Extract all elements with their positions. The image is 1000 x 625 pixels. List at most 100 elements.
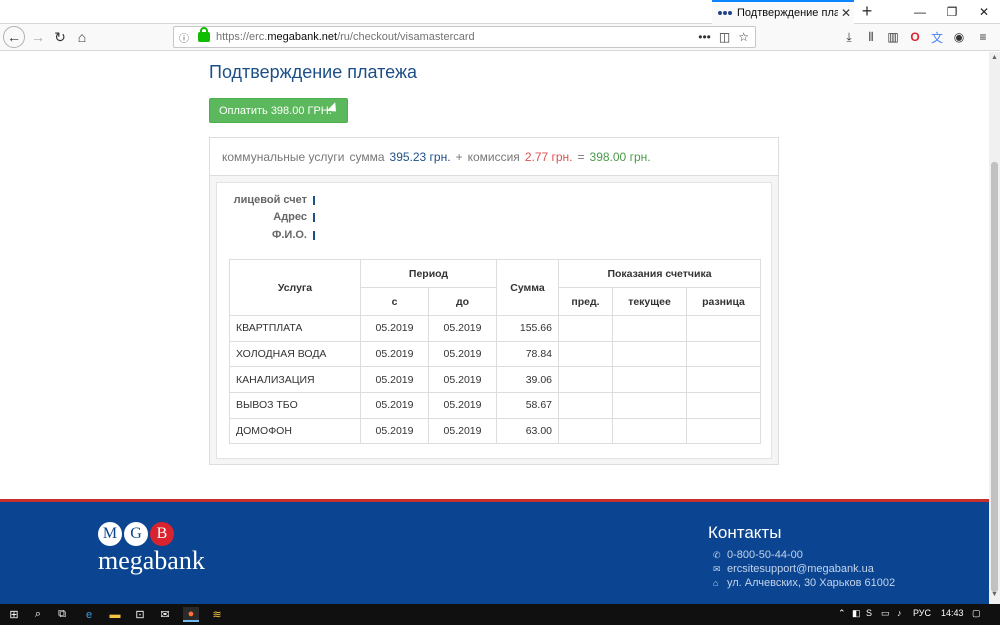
tab-active[interactable]: Подтверждение платежа | ✕ <box>712 0 854 24</box>
sidebar-icon[interactable]: ▥ <box>885 29 901 45</box>
cell-from: 05.2019 <box>360 340 429 368</box>
cell-to: 05.2019 <box>428 315 497 342</box>
account-icon[interactable]: ◉ <box>951 29 967 45</box>
library-icon[interactable]: ⫴ <box>863 29 879 45</box>
cell-service: ХОЛОДНАЯ ВОДА <box>229 340 361 368</box>
page-scrollbar[interactable]: ▲ ▼ <box>989 52 1000 604</box>
language-indicator[interactable]: РУС <box>913 608 931 618</box>
reload-button[interactable]: ↻ <box>49 26 71 48</box>
scroll-up-icon[interactable]: ▲ <box>989 54 1000 65</box>
cell-current <box>612 315 687 342</box>
table-row: КВАРТПЛАТА 05.2019 05.2019 155.66 <box>229 315 761 342</box>
megabank-favicon-icon <box>718 11 732 15</box>
edge-icon[interactable]: e <box>81 607 97 622</box>
envelope-icon: ✉ <box>713 563 721 574</box>
url-bar[interactable]: ⓘ https://erc.megabank.net/ru/checkout/v… <box>173 26 756 48</box>
cell-to: 05.2019 <box>428 340 497 368</box>
windows-start-icon[interactable]: ⊞ <box>6 607 22 622</box>
firefox-icon[interactable]: ● <box>183 607 199 622</box>
minimize-button[interactable]: — <box>904 0 936 24</box>
cell-sum: 155.66 <box>496 315 559 342</box>
cell-from: 05.2019 <box>360 315 429 342</box>
lock-icon[interactable] <box>198 27 210 42</box>
home-icon: ⌂ <box>77 29 87 45</box>
more-actions-icon[interactable]: ••• <box>698 30 711 44</box>
contacts-title: Контакты <box>708 523 782 542</box>
app-icon[interactable]: ≋ <box>209 607 225 622</box>
cell-service: КВАРТПЛАТА <box>229 315 361 342</box>
network-icon[interactable]: ▭ <box>881 608 890 619</box>
search-icon[interactable]: ⌕ <box>30 607 46 622</box>
cell-from: 05.2019 <box>360 392 429 419</box>
summary-sum-label: сумма <box>349 149 385 164</box>
phone-text[interactable]: 0-800-50-44-00 <box>727 549 803 561</box>
scroll-down-icon[interactable]: ▼ <box>989 591 1000 602</box>
table-row: ВЫВОЗ ТБО 05.2019 05.2019 58.67 <box>229 392 761 419</box>
back-button[interactable]: ← <box>3 26 25 48</box>
payment-summary: коммунальные услуги сумма 395.23 грн. + … <box>209 137 779 175</box>
info-icon[interactable]: ⓘ <box>179 30 195 45</box>
tray-chevron-icon[interactable]: ⌃ <box>838 608 846 619</box>
tab-title: Подтверждение платежа | <box>737 7 838 19</box>
bookmark-star-icon[interactable]: ☆ <box>738 30 749 44</box>
store-icon[interactable]: ⊡ <box>132 607 148 622</box>
translate-extension-icon[interactable]: 文 <box>929 29 945 45</box>
cell-service: ДОМОФОН <box>229 417 361 445</box>
cell-from: 05.2019 <box>360 417 429 445</box>
phone-icon: ✆ <box>713 549 721 560</box>
cell-to: 05.2019 <box>428 392 497 419</box>
skype-icon[interactable]: S <box>866 608 872 618</box>
name-value-redacted <box>313 231 315 240</box>
close-window-button[interactable]: ✕ <box>968 0 1000 24</box>
cell-to: 05.2019 <box>428 417 497 445</box>
payment-details: лицевой счет Адрес Ф.И.О. Услуга Период … <box>209 175 779 465</box>
header-prev: пред. <box>558 287 613 316</box>
header-service: Услуга <box>229 259 361 316</box>
page-title: Подтверждение платежа <box>209 62 418 82</box>
table-row: ДОМОФОН 05.2019 05.2019 63.00 <box>229 417 761 445</box>
summary-total-value: 398.00 грн. <box>589 149 651 164</box>
maximize-button[interactable]: ❐ <box>936 0 968 24</box>
opera-extension-icon[interactable]: O <box>907 29 923 45</box>
header-from: с <box>360 287 429 316</box>
cell-service: КАНАЛИЗАЦИЯ <box>229 366 361 394</box>
cell-prev <box>558 315 613 342</box>
cell-prev <box>558 417 613 445</box>
address-text: ул. Алчевских, 30 Харьков 61002 <box>727 577 896 589</box>
cell-current <box>612 417 687 445</box>
summary-fee-value: 2.77 грн. <box>524 149 573 164</box>
email-text[interactable]: ercsitesupport@megabank.ua <box>727 563 874 575</box>
cell-diff <box>686 366 761 394</box>
summary-fee-label: комиссия <box>467 149 520 164</box>
tab-close-icon[interactable]: ✕ <box>838 6 854 20</box>
forward-button[interactable]: → <box>27 26 49 48</box>
file-explorer-icon[interactable]: ▬ <box>107 607 123 622</box>
mail-icon[interactable]: ✉ <box>157 607 173 622</box>
contact-phone: ✆ 0-800-50-44-00 <box>713 549 803 561</box>
windows-taskbar: ⊞ ⌕ ⧉ e ▬ ⊡ ✉ ● ≋ ⌃ ◧ S ▭ ♪ РУС 14:43 ▢ <box>0 604 1000 625</box>
new-tab-button[interactable]: + <box>857 2 877 22</box>
contact-address: ⌂ ул. Алчевских, 30 Харьков 61002 <box>713 577 895 589</box>
notifications-icon[interactable]: ▢ <box>972 608 981 619</box>
scroll-thumb[interactable] <box>991 162 998 592</box>
clock[interactable]: 14:43 <box>941 608 964 618</box>
page-viewport: Подтверждение платежа Оплатить 398.00 ГР… <box>0 52 989 604</box>
task-view-icon[interactable]: ⧉ <box>54 607 70 622</box>
cell-diff <box>686 315 761 342</box>
pocket-icon[interactable]: ◫ <box>719 30 730 44</box>
menu-icon[interactable]: ≡ <box>975 29 991 45</box>
tray-app-icon[interactable]: ◧ <box>852 608 861 619</box>
home-button[interactable]: ⌂ <box>71 26 93 48</box>
download-icon[interactable]: ⤓ <box>841 29 857 45</box>
services-table: Услуга Период Сумма Показания счетчика с… <box>229 259 761 445</box>
cell-to: 05.2019 <box>428 366 497 394</box>
summary-label: коммунальные услуги <box>222 149 345 164</box>
megabank-logo[interactable]: M G B megabank <box>98 522 228 582</box>
account-label: лицевой счет <box>233 194 307 206</box>
volume-icon[interactable]: ♪ <box>897 608 902 618</box>
cell-sum: 78.84 <box>496 340 559 368</box>
cell-from: 05.2019 <box>360 366 429 394</box>
header-current: текущее <box>612 287 687 316</box>
cell-current <box>612 366 687 394</box>
logo-letter-m: M <box>98 522 122 546</box>
